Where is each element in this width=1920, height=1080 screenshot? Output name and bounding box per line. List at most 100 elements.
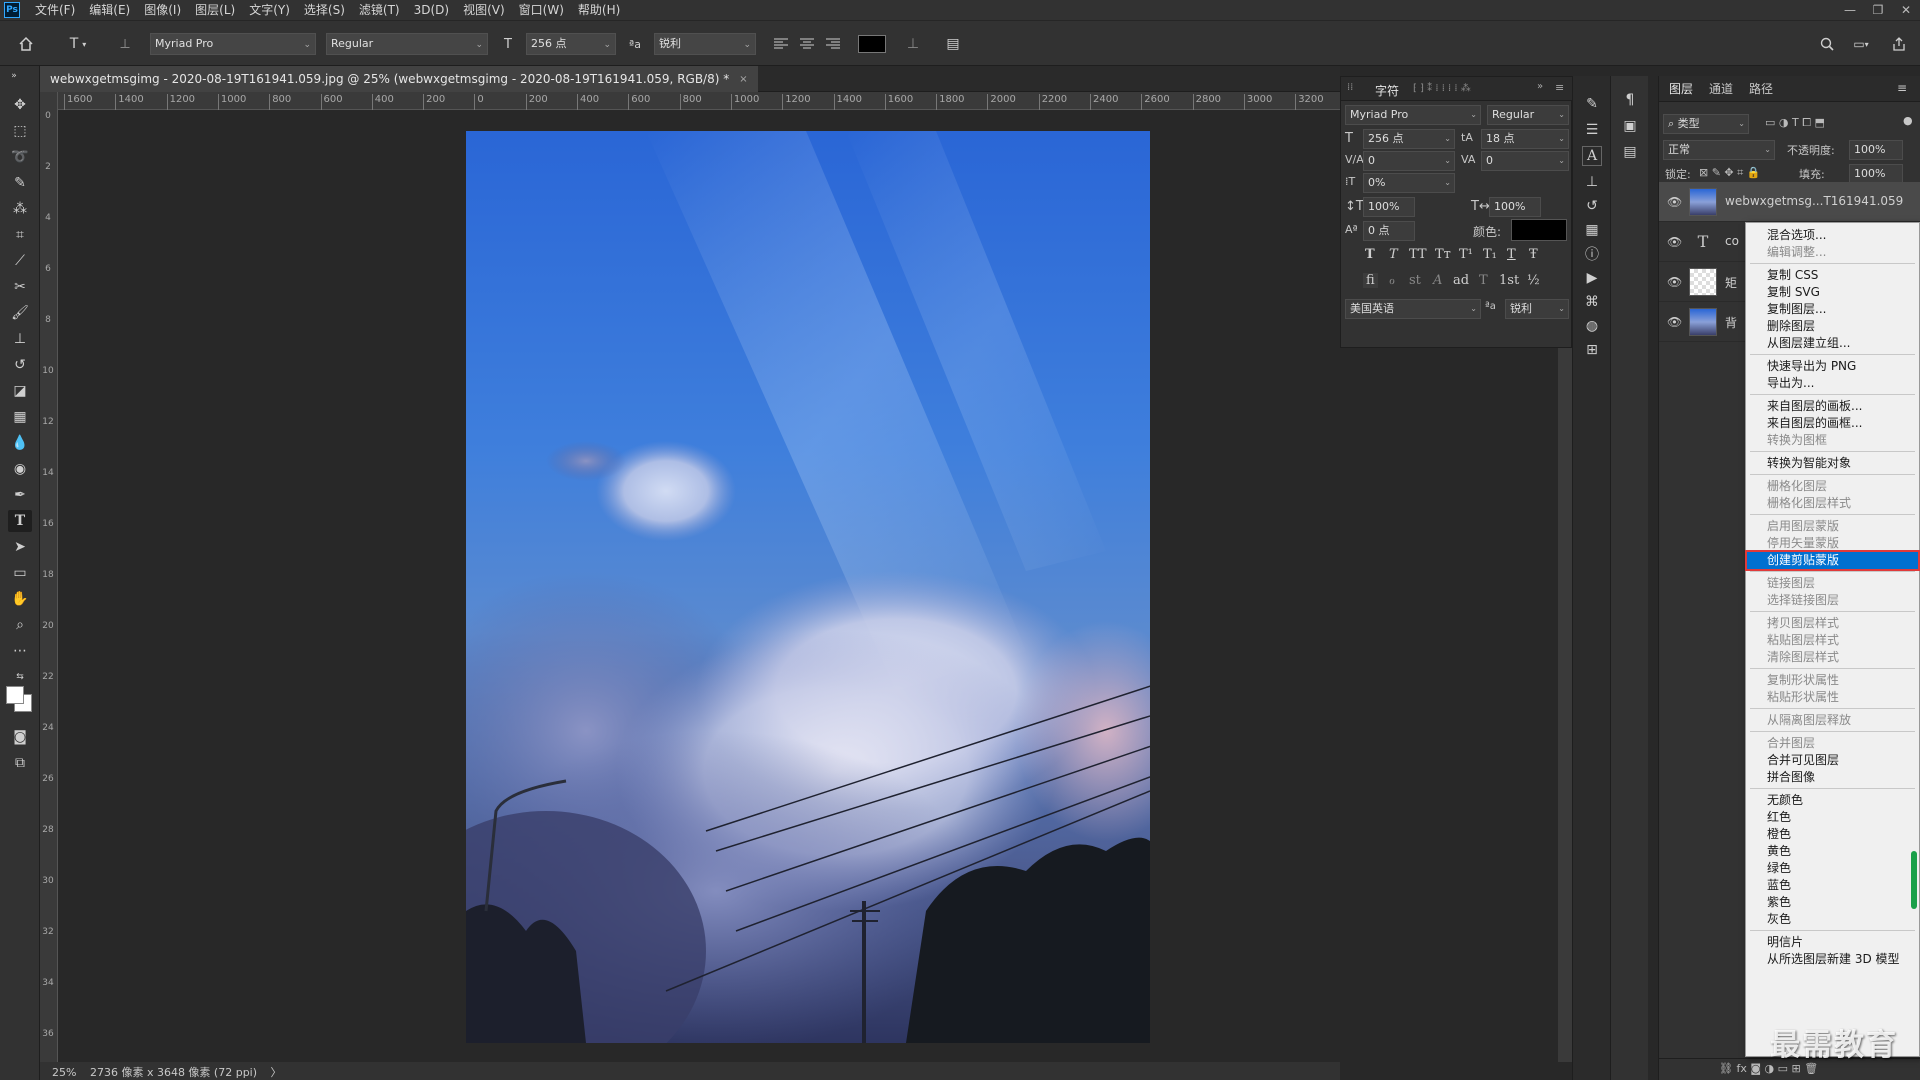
panel-menu-icon[interactable]: ≡ (1555, 81, 1564, 94)
menu-item[interactable]: 橙色 (1747, 826, 1918, 843)
strikethrough-button[interactable]: Ŧ (1529, 247, 1538, 262)
menu-layer[interactable]: 图层(L) (188, 0, 242, 20)
menu-item[interactable]: 复制图层... (1747, 301, 1918, 318)
ordinals-button[interactable]: 1st (1499, 273, 1519, 288)
menu-type[interactable]: 文字(Y) (242, 0, 297, 20)
menu-item[interactable]: 紫色 (1747, 894, 1918, 911)
menu-item[interactable]: 灰色 (1747, 911, 1918, 928)
clone-stamp-tool-icon[interactable]: ⊥ (8, 328, 32, 350)
more-tools-icon[interactable]: ⋯ (8, 640, 32, 662)
menu-item[interactable]: 拷贝图层样式 (1747, 615, 1918, 632)
hand-tool-icon[interactable]: ✋ (8, 588, 32, 610)
stylistic-alternates-button[interactable]: ad (1453, 273, 1469, 288)
font-family-select[interactable]: Myriad Pro ⌄ (150, 33, 316, 55)
color-icon[interactable]: ◍ (1582, 316, 1602, 336)
character-styles-icon[interactable]: ▤ (1620, 142, 1640, 162)
canvas-area[interactable] (58, 110, 1340, 1062)
small-caps-button[interactable]: Tт (1435, 247, 1451, 262)
menu-item[interactable]: 从隔离图层释放 (1747, 712, 1918, 729)
menu-item[interactable]: 粘贴图层样式 (1747, 632, 1918, 649)
menu-view[interactable]: 视图(V) (456, 0, 512, 20)
char-tracking-select[interactable]: 0 ⌄ (1481, 151, 1569, 171)
menu-item[interactable]: 绿色 (1747, 860, 1918, 877)
menu-item[interactable]: 清除图层样式 (1747, 649, 1918, 666)
menu-item[interactable]: 黄色 (1747, 843, 1918, 860)
char-kerning-select[interactable]: 0 ⌄ (1363, 151, 1455, 171)
menu-item[interactable]: 导出为... (1747, 375, 1918, 392)
fill-field[interactable]: 100% (1849, 164, 1903, 184)
menu-item[interactable]: 粘贴形状属性 (1747, 689, 1918, 706)
visibility-eye-icon[interactable]: 👁 (1667, 195, 1682, 209)
menu-item[interactable]: 拼合图像 (1747, 769, 1918, 786)
rectangle-tool-icon[interactable]: ▭ (8, 562, 32, 584)
filter-icons[interactable]: ▭ ◑ T ⧠ ⬒ (1765, 116, 1825, 130)
char-vscale-field[interactable]: 100% (1363, 197, 1415, 217)
menu-item[interactable]: 复制形状属性 (1747, 672, 1918, 689)
menu-3d[interactable]: 3D(D) (407, 0, 456, 20)
character-panel-toggle-icon[interactable]: ▤ (942, 33, 964, 55)
filter-toggle-icon[interactable]: ● (1903, 114, 1913, 127)
menu-filter[interactable]: 滤镜(T) (352, 0, 407, 20)
menu-item-create-clipping-mask[interactable]: 创建剪贴蒙版 (1745, 550, 1920, 571)
char-color-swatch[interactable] (1511, 219, 1567, 241)
status-arrow-icon[interactable]: 〉 (271, 1066, 282, 1079)
actions-icon[interactable]: ▶ (1582, 268, 1602, 288)
char-hscale-field[interactable]: 100% (1489, 197, 1541, 217)
search-icon[interactable] (1816, 33, 1838, 55)
paragraph-icon[interactable]: ¶ (1620, 90, 1640, 110)
menu-edit[interactable]: 编辑(E) (82, 0, 137, 20)
tab-layers[interactable]: 图层 (1669, 80, 1693, 97)
layer-name[interactable]: co (1725, 234, 1739, 248)
home-icon[interactable] (14, 33, 38, 55)
faux-italic-button[interactable]: T (1389, 247, 1398, 262)
superscript-button[interactable]: T¹ (1459, 247, 1473, 262)
menu-item[interactable]: 从所选图层新建 3D 模型 (1747, 951, 1918, 968)
menu-item[interactable]: 红色 (1747, 809, 1918, 826)
text-color-swatch[interactable] (858, 35, 886, 53)
menu-item[interactable]: 栅格化图层 (1747, 478, 1918, 495)
text-orientation-icon[interactable]: ⟂ (114, 33, 136, 55)
menu-item[interactable]: 停用矢量蒙版 (1747, 535, 1918, 552)
align-center-icon[interactable] (796, 33, 818, 55)
char-spacing-select[interactable]: 0% ⌄ (1363, 173, 1455, 193)
menu-item[interactable]: 复制 CSS (1747, 267, 1918, 284)
menu-image[interactable]: 图像(I) (137, 0, 188, 20)
menu-item[interactable]: 混合选项... (1747, 227, 1918, 244)
menu-item[interactable]: 删除图层 (1747, 318, 1918, 335)
char-font-family-select[interactable]: Myriad Pro ⌄ (1345, 105, 1481, 125)
language-select[interactable]: 美国英语 ⌄ (1345, 299, 1481, 319)
char-font-style-select[interactable]: Regular ⌄ (1487, 105, 1569, 125)
menu-select[interactable]: 选择(S) (297, 0, 352, 20)
dodge-tool-icon[interactable]: ◉ (8, 458, 32, 480)
quick-select-tool-icon[interactable]: ✎ (8, 172, 32, 194)
menu-item[interactable]: 合并可见图层 (1747, 752, 1918, 769)
gradient-tool-icon[interactable]: ▦ (8, 406, 32, 428)
menu-window[interactable]: 窗口(W) (512, 0, 571, 20)
lock-icons[interactable]: ⊠ ✎ ✥ ⌗ 🔒 (1699, 166, 1761, 180)
underline-button[interactable]: T (1507, 247, 1516, 262)
align-left-icon[interactable] (770, 33, 792, 55)
menu-item[interactable]: 快速导出为 PNG (1747, 358, 1918, 375)
menu-file[interactable]: 文件(F) (28, 0, 82, 20)
blur-tool-icon[interactable]: 💧 (8, 432, 32, 454)
subscript-button[interactable]: T₁ (1483, 247, 1497, 262)
quick-mask-icon[interactable]: ◙ (8, 726, 32, 748)
menu-item[interactable]: 编辑调整... (1747, 244, 1918, 261)
type-tool-preset-icon[interactable]: T ▾ (60, 33, 96, 55)
menu-item[interactable]: 转换为智能对象 (1747, 455, 1918, 472)
path-selection-tool-icon[interactable]: ➤ (8, 536, 32, 558)
restore-button[interactable]: ❐ (1864, 0, 1892, 20)
menu-item[interactable]: 链接图层 (1747, 575, 1918, 592)
close-window-button[interactable]: ✕ (1892, 0, 1920, 20)
anti-alias-select[interactable]: 锐利 ⌄ (654, 33, 756, 55)
layer-filter-select[interactable]: ⌕ 类型 ⌄ (1663, 114, 1749, 134)
font-size-select[interactable]: 256 点 ⌄ (526, 33, 616, 55)
all-caps-button[interactable]: TT (1409, 247, 1427, 262)
visibility-eye-icon[interactable]: 👁 (1667, 315, 1682, 329)
layer-row[interactable]: 👁 webwxgetmsg...T161941.059 (1659, 182, 1920, 222)
history-icon[interactable]: ↺ (1582, 196, 1602, 216)
character-panel-icon[interactable]: A (1582, 146, 1602, 166)
eyedropper-tool-icon[interactable]: ⟋ (8, 250, 32, 272)
workspace-icon[interactable]: ▭ ▾ (1846, 33, 1876, 55)
tab-character[interactable]: 字符 (1375, 82, 1399, 99)
